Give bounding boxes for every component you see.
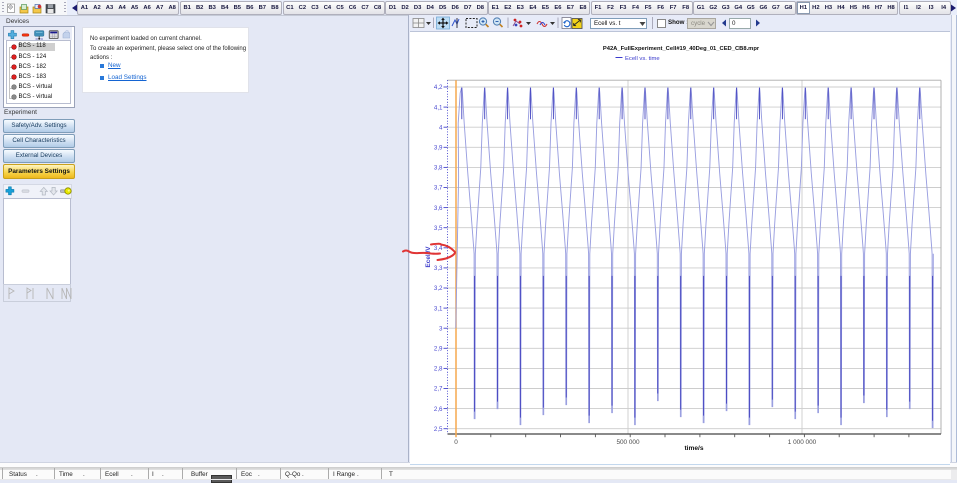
svg-text:3,2: 3,2 xyxy=(434,285,443,292)
svg-text:0: 0 xyxy=(454,439,458,446)
svg-text:4,1: 4,1 xyxy=(434,104,443,111)
svg-text:1 000 000: 1 000 000 xyxy=(788,439,817,446)
svg-text:3,3: 3,3 xyxy=(434,265,443,272)
svg-text:4,2: 4,2 xyxy=(434,84,443,91)
svg-text:P42A_FullExperiment_Cell#19_40: P42A_FullExperiment_Cell#19_40Deg_01_CED… xyxy=(603,46,760,52)
svg-text:time/s: time/s xyxy=(684,445,703,452)
svg-text:3,7: 3,7 xyxy=(434,185,443,192)
svg-text:3: 3 xyxy=(439,325,443,332)
svg-text:3,5: 3,5 xyxy=(434,225,443,232)
svg-text:3,4: 3,4 xyxy=(434,245,443,252)
svg-text:3,9: 3,9 xyxy=(434,145,443,152)
svg-text:Ecell/V: Ecell/V xyxy=(425,246,432,268)
svg-text:2,6: 2,6 xyxy=(434,406,443,413)
svg-text:4: 4 xyxy=(439,124,443,131)
svg-text:2,8: 2,8 xyxy=(434,366,443,373)
svg-text:3,1: 3,1 xyxy=(434,305,443,312)
svg-text:3,6: 3,6 xyxy=(434,205,443,212)
svg-text:2,7: 2,7 xyxy=(434,386,443,393)
svg-text:2,5: 2,5 xyxy=(434,426,443,433)
svg-text:3,8: 3,8 xyxy=(434,165,443,172)
svg-text:500 000: 500 000 xyxy=(616,439,640,446)
svg-text:Ecell vs. time: Ecell vs. time xyxy=(625,56,660,62)
svg-text:2,9: 2,9 xyxy=(434,346,443,353)
